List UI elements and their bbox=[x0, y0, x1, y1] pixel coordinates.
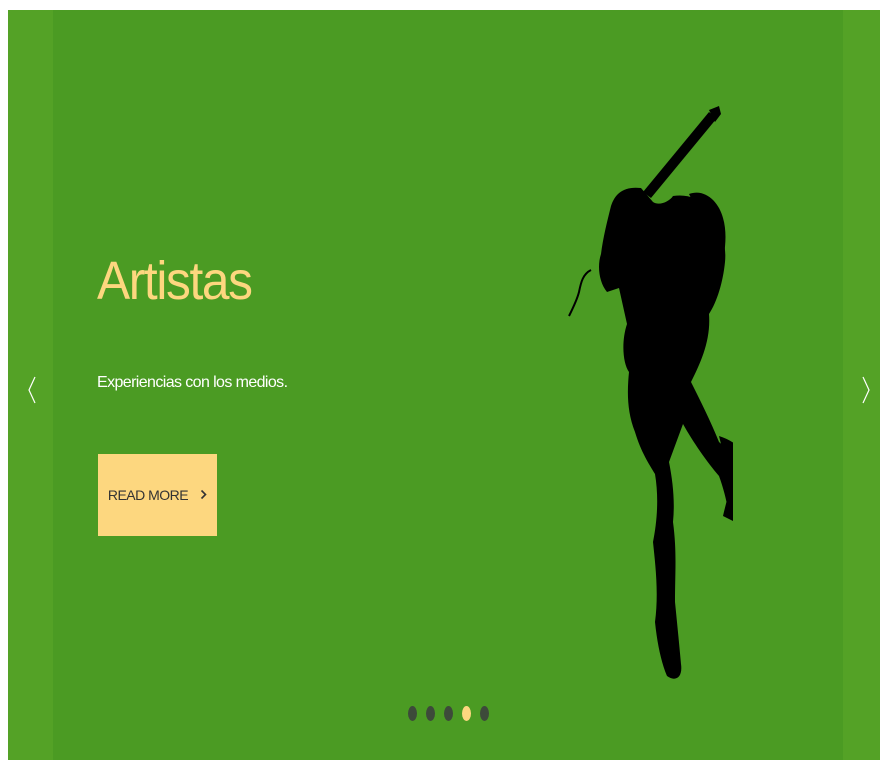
chevron-left-icon bbox=[28, 376, 36, 404]
hero-slider: Artistas Experiencias con los medios. RE… bbox=[8, 10, 880, 760]
prev-slide-arrow[interactable] bbox=[22, 370, 42, 410]
pagination-dot-5[interactable] bbox=[480, 706, 489, 721]
chevron-right-icon bbox=[200, 487, 207, 503]
read-more-button[interactable]: READ MORE bbox=[98, 454, 217, 536]
guitarist-silhouette-icon bbox=[568, 106, 733, 679]
slide-pagination bbox=[408, 706, 489, 721]
pagination-dot-3[interactable] bbox=[444, 706, 453, 721]
slide-artistas: Artistas Experiencias con los medios. RE… bbox=[53, 10, 843, 760]
next-slide-arrow[interactable] bbox=[856, 370, 876, 410]
pagination-dot-1[interactable] bbox=[408, 706, 417, 721]
pagination-dot-4-active[interactable] bbox=[462, 706, 471, 721]
slide-title: Artistas bbox=[97, 251, 253, 311]
pagination-dot-2[interactable] bbox=[426, 706, 435, 721]
slide-subtitle: Experiencias con los medios. bbox=[97, 374, 288, 391]
chevron-right-icon bbox=[862, 376, 870, 404]
read-more-label: READ MORE bbox=[107, 487, 189, 503]
